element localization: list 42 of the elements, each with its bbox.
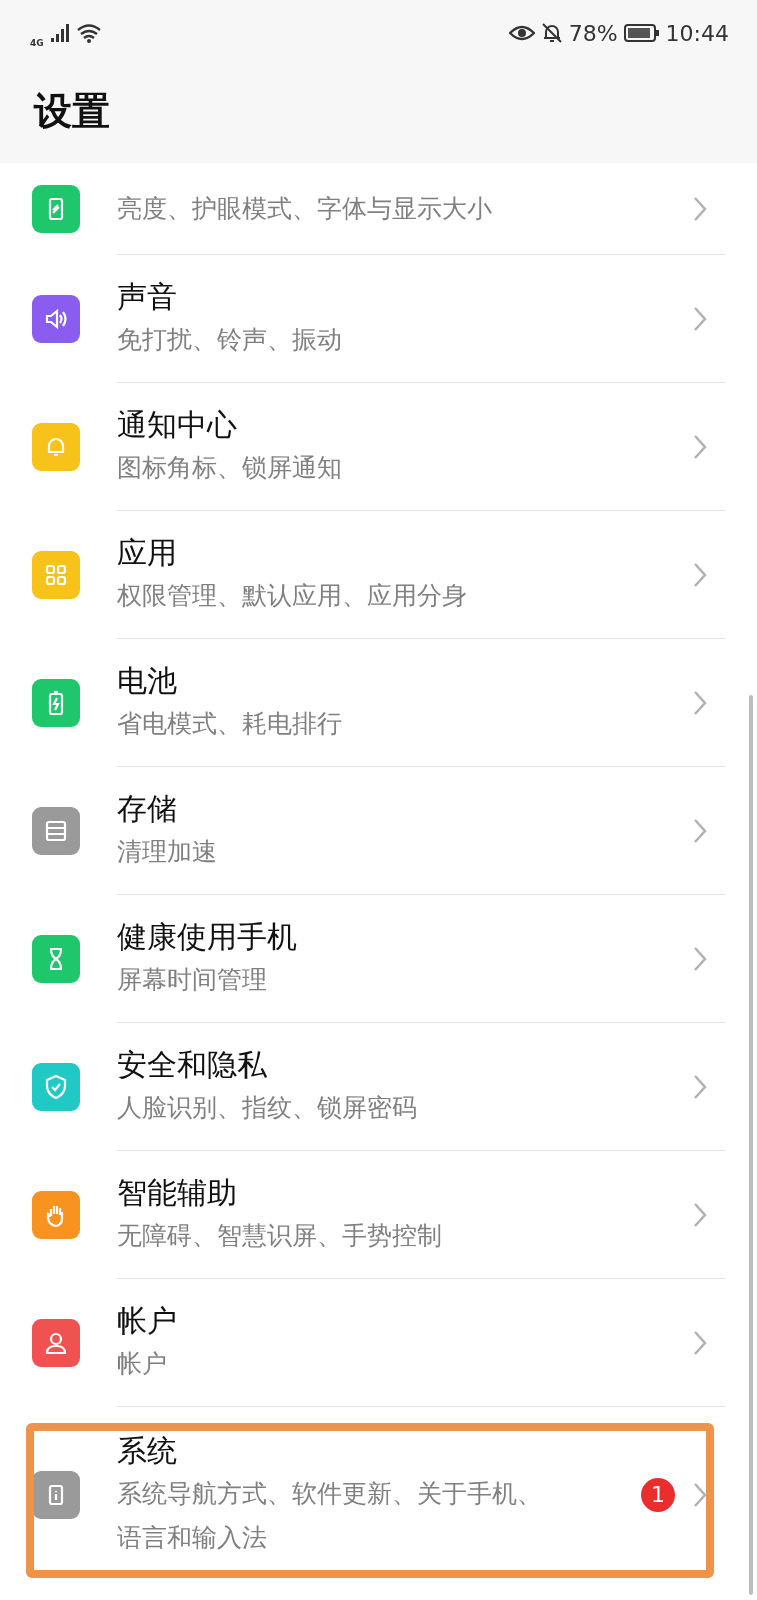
chevron-right-icon bbox=[693, 1202, 707, 1228]
chevron-right-icon bbox=[693, 818, 707, 844]
battery-percent: 78% bbox=[568, 20, 618, 46]
item-subtitle: 亮度、护眼模式、字体与显示大小 bbox=[117, 192, 493, 225]
page-title: 设置 bbox=[32, 88, 111, 135]
item-title[interactable]: 应用 bbox=[117, 531, 725, 574]
wifi-icon bbox=[75, 23, 102, 43]
battery-icon bbox=[623, 23, 660, 43]
clock-time: 10:44 bbox=[665, 20, 729, 46]
chevron-right-icon bbox=[693, 306, 707, 332]
chevron-right-icon bbox=[693, 946, 707, 972]
chevron-right-icon bbox=[693, 1481, 707, 1508]
item-subtitle: 屏幕时间管理 bbox=[117, 963, 268, 996]
chevron-right-icon bbox=[693, 1330, 707, 1356]
item-subtitle: 权限管理、默认应用、应用分身 bbox=[117, 579, 468, 612]
chevron-right-icon bbox=[693, 1074, 707, 1100]
item-subtitle: 人脸识别、指纹、锁屏密码 bbox=[117, 1091, 418, 1124]
item-title[interactable]: 安全和隐私 bbox=[117, 1043, 725, 1086]
item-subtitle: 图标角标、锁屏通知 bbox=[117, 451, 343, 484]
item-subtitle: 免打扰、铃声、振动 bbox=[117, 323, 343, 356]
item-title[interactable]: 智能辅助 bbox=[117, 1171, 725, 1214]
item-subtitle: 省电模式、耗电排行 bbox=[117, 707, 343, 740]
item-title[interactable]: 健康使用手机 bbox=[117, 915, 725, 958]
chevron-right-icon bbox=[693, 562, 707, 588]
item-subtitle: 帐户 bbox=[117, 1347, 168, 1380]
item-title[interactable]: 存储 bbox=[117, 787, 725, 830]
item-subtitle: 清理加速 bbox=[117, 835, 218, 868]
item-title[interactable]: 帐户 bbox=[117, 1299, 725, 1342]
chevron-right-icon bbox=[693, 690, 707, 716]
signal-icon bbox=[49, 24, 70, 42]
chevron-right-icon bbox=[693, 434, 707, 460]
chevron-right-icon bbox=[693, 196, 707, 222]
item-subtitle: 系统导航方式、软件更新、关于手机、语言和输入法 bbox=[117, 1477, 543, 1554]
item-title[interactable]: 电池 bbox=[117, 659, 725, 702]
item-title[interactable]: 通知中心 bbox=[117, 403, 725, 446]
item-title[interactable]: 系统 bbox=[117, 1429, 725, 1472]
network-type: 4G bbox=[30, 38, 44, 48]
notification-count: 1 bbox=[641, 1477, 675, 1512]
eye-icon bbox=[508, 24, 535, 42]
item-subtitle: 无障碍、智慧识屏、手势控制 bbox=[117, 1219, 443, 1252]
item-title[interactable]: 声音 bbox=[117, 275, 725, 318]
bell-muted-icon bbox=[540, 22, 563, 44]
